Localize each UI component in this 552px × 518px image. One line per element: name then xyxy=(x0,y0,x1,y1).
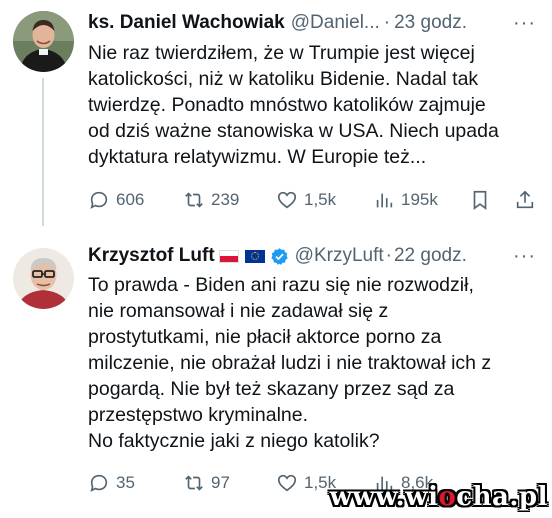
watermark-accent: o xyxy=(438,482,457,512)
verified-badge-icon[interactable] xyxy=(270,247,289,266)
watermark-prefix: www.wi xyxy=(329,482,439,512)
reply-button[interactable]: 606 xyxy=(88,187,144,213)
reply-count: 35 xyxy=(116,473,135,492)
views-button[interactable]: 195k xyxy=(373,187,438,213)
like-button[interactable]: 1,5k xyxy=(276,187,336,213)
share-icon xyxy=(516,190,534,209)
more-options-icon[interactable]: ··· xyxy=(513,12,536,35)
reply-icon xyxy=(90,474,108,492)
view-count: 195k xyxy=(401,190,438,209)
author-name[interactable]: Krzysztof Luft xyxy=(88,245,215,267)
repost-count: 239 xyxy=(211,190,240,209)
timestamp[interactable]: 23 godz. xyxy=(394,12,467,34)
avatar[interactable] xyxy=(13,248,74,309)
avatar-image xyxy=(13,248,74,309)
action-bar: 606 239 1,5k 195k xyxy=(88,187,536,213)
tweet-header: ks. Daniel Wachowiak @Daniel... · 23 god… xyxy=(88,10,536,36)
repost-button[interactable]: 239 xyxy=(183,187,239,213)
share-button[interactable] xyxy=(514,187,536,213)
reply-button[interactable]: 35 xyxy=(88,470,135,496)
timestamp[interactable]: 22 godz. xyxy=(394,245,467,267)
reply-icon xyxy=(90,191,108,209)
author-handle[interactable]: @KrzyLuft xyxy=(295,245,384,267)
heart-icon xyxy=(277,474,297,492)
repost-count: 97 xyxy=(211,473,230,492)
author-name[interactable]: ks. Daniel Wachowiak xyxy=(88,12,285,34)
bookmark-icon xyxy=(473,190,487,210)
more-options-icon[interactable]: ··· xyxy=(513,245,536,268)
eu-flag-icon xyxy=(244,249,265,263)
author-handle[interactable]: @Daniel... xyxy=(291,12,380,34)
bookmark-button[interactable] xyxy=(469,187,491,213)
repost-button[interactable]: 97 xyxy=(183,470,230,496)
poland-flag-icon xyxy=(218,249,239,263)
avatar-image xyxy=(13,11,74,72)
thread-line xyxy=(42,78,44,226)
avatar[interactable] xyxy=(13,11,74,72)
repost-icon xyxy=(185,475,203,491)
watermark-suffix: cha.pl xyxy=(456,482,548,512)
like-count: 1,5k xyxy=(304,190,337,209)
reply-count: 606 xyxy=(116,190,145,209)
tweet-1[interactable]: ks. Daniel Wachowiak @Daniel... · 23 god… xyxy=(0,0,552,226)
repost-icon xyxy=(185,192,203,208)
heart-icon xyxy=(277,191,297,209)
watermark-logo: www.wiocha.pl xyxy=(330,482,548,512)
tweet-text: Nie raz twierdziłem, że w Trumpie jest w… xyxy=(88,42,499,168)
separator-dot: · xyxy=(385,245,392,266)
separator-dot: · xyxy=(383,12,391,33)
tweet-text: To prawda - Biden ani razu się nie rozwo… xyxy=(88,274,492,452)
like-button[interactable]: 1,5k xyxy=(276,470,336,496)
tweet-header: Krzysztof Luft @KrzyLuft · 22 godz. ··· xyxy=(88,243,536,269)
views-icon xyxy=(376,193,393,208)
